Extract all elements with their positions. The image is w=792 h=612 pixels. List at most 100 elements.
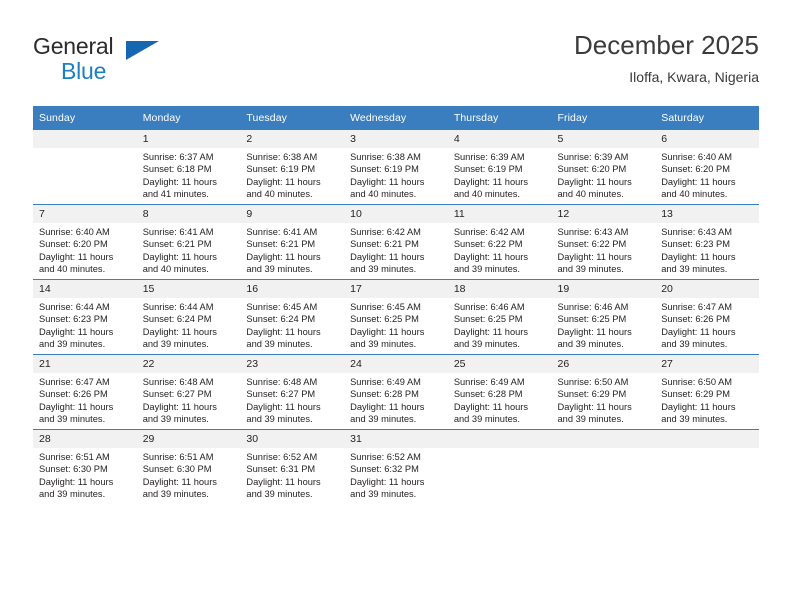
calendar-day-cell[interactable]: 20 Sunrise: 6:47 AM Sunset: 6:26 PM Dayligh…: [655, 279, 759, 355]
daylight-text-line2: and 39 minutes.: [39, 339, 106, 350]
daylight-text-line1: Daylight: 11 hours: [557, 251, 632, 262]
logo-text-blue: Blue: [61, 58, 107, 84]
sunset-text: Sunset: 6:30 PM: [142, 464, 212, 475]
sunset-text: Sunset: 6:23 PM: [661, 239, 730, 250]
day-number: 3: [344, 130, 448, 148]
sunrise-text: Sunrise: 6:39 AM: [453, 152, 525, 162]
day-number: 23: [240, 355, 345, 373]
calendar-day-cell[interactable]: 11 Sunrise: 6:42 AM Sunset: 6:22 PM Dayligh…: [447, 204, 552, 280]
day-details: Sunrise: 6:42 AM Sunset: 6:21 PM Daylight:…: [344, 223, 448, 276]
day-details: Sunrise: 6:40 AM Sunset: 6:20 PM Daylight:…: [33, 223, 137, 276]
daylight-text-line1: Daylight: 11 hours: [453, 326, 529, 337]
daylight-text-line2: and 40 minutes.: [350, 189, 417, 200]
sunset-text: Sunset: 6:32 PM: [350, 464, 419, 475]
sunset-text: Sunset: 6:20 PM: [39, 239, 108, 250]
sunset-text: Sunset: 6:27 PM: [246, 389, 316, 400]
calendar-day-cell[interactable]: 19 Sunrise: 6:46 AM Sunset: 6:25 PM Dayligh…: [551, 279, 656, 355]
sunset-text: Sunset: 6:25 PM: [453, 314, 523, 325]
calendar-day-cell[interactable]: 1 Sunrise: 6:37 AM Sunset: 6:18 PM Daylight…: [136, 130, 241, 205]
calendar-day-cell[interactable]: 30 Sunrise: 6:52 AM Sunset: 6:31 PM Dayligh…: [240, 429, 345, 504]
calendar-day-cell[interactable]: 25 Sunrise: 6:49 AM Sunset: 6:28 PM Dayligh…: [447, 354, 552, 430]
calendar-cell-empty: [447, 429, 552, 504]
calendar-day-cell[interactable]: 4 Sunrise: 6:39 AM Sunset: 6:19 PM Daylight…: [447, 130, 552, 205]
calendar-day-cell[interactable]: 23 Sunrise: 6:48 AM Sunset: 6:27 PM Dayligh…: [240, 354, 345, 430]
calendar-week-row: 28 Sunrise: 6:51 AM Sunset: 6:30 PM Dayligh…: [33, 429, 759, 504]
calendar-day-cell[interactable]: 31 Sunrise: 6:52 AM Sunset: 6:32 PM Dayligh…: [344, 429, 448, 504]
day-number: 13: [655, 205, 759, 223]
daylight-text-line2: and 39 minutes.: [246, 414, 313, 425]
sunset-text: Sunset: 6:29 PM: [661, 389, 730, 400]
daylight-text-line2: and 39 minutes.: [453, 339, 520, 350]
calendar-day-cell[interactable]: 10 Sunrise: 6:42 AM Sunset: 6:21 PM Dayligh…: [344, 204, 448, 280]
sunrise-text: Sunrise: 6:52 AM: [246, 452, 318, 462]
day-details: Sunrise: 6:39 AM Sunset: 6:19 PM Daylight:…: [448, 148, 552, 201]
calendar-day-cell[interactable]: 15 Sunrise: 6:44 AM Sunset: 6:24 PM Dayligh…: [136, 279, 241, 355]
calendar-day-cell[interactable]: 12 Sunrise: 6:43 AM Sunset: 6:22 PM Dayligh…: [551, 204, 656, 280]
sunrise-text: Sunrise: 6:46 AM: [453, 302, 525, 312]
calendar-day-cell[interactable]: 8 Sunrise: 6:41 AM Sunset: 6:21 PM Daylight…: [136, 204, 241, 280]
sunrise-text: Sunrise: 6:43 AM: [661, 227, 733, 237]
daylight-text-line2: and 39 minutes.: [39, 414, 106, 425]
calendar-day-cell[interactable]: 26 Sunrise: 6:50 AM Sunset: 6:29 PM Dayligh…: [551, 354, 656, 430]
logo-triangle-icon: [126, 41, 159, 60]
calendar-day-cell[interactable]: 29 Sunrise: 6:51 AM Sunset: 6:30 PM Dayligh…: [136, 429, 241, 504]
calendar-day-cell[interactable]: 9 Sunrise: 6:41 AM Sunset: 6:21 PM Daylight…: [240, 204, 345, 280]
daylight-text-line2: and 39 minutes.: [39, 489, 106, 500]
calendar-day-cell[interactable]: 5 Sunrise: 6:39 AM Sunset: 6:20 PM Daylight…: [551, 130, 656, 205]
day-number: [551, 430, 656, 448]
day-details: Sunrise: 6:46 AM Sunset: 6:25 PM Daylight:…: [448, 298, 552, 351]
sunrise-text: Sunrise: 6:45 AM: [350, 302, 421, 312]
day-number: 27: [655, 355, 759, 373]
calendar-day-cell[interactable]: 22 Sunrise: 6:48 AM Sunset: 6:27 PM Dayligh…: [136, 354, 241, 430]
calendar-day-cell[interactable]: 3 Sunrise: 6:38 AM Sunset: 6:19 PM Daylight…: [344, 130, 448, 205]
day-number: 25: [447, 355, 552, 373]
calendar-header-row: Sunday Monday Tuesday Wednesday Thursday…: [33, 106, 759, 130]
calendar-day-cell[interactable]: 16 Sunrise: 6:45 AM Sunset: 6:24 PM Dayligh…: [240, 279, 345, 355]
day-number: 8: [136, 205, 241, 223]
calendar-cell-empty: [33, 130, 137, 205]
day-number: 10: [344, 205, 448, 223]
daylight-text-line1: Daylight: 11 hours: [142, 401, 217, 412]
daylight-text-line1: Daylight: 11 hours: [661, 401, 736, 412]
day-number: 4: [447, 130, 552, 148]
sunset-text: Sunset: 6:18 PM: [142, 164, 212, 175]
day-number: 11: [447, 205, 552, 223]
daylight-text-line2: and 40 minutes.: [557, 189, 624, 200]
day-details: Sunrise: 6:41 AM Sunset: 6:21 PM Daylight:…: [137, 223, 241, 276]
daylight-text-line2: and 39 minutes.: [142, 414, 209, 425]
daylight-text-line1: Daylight: 11 hours: [39, 476, 114, 487]
sunrise-text: Sunrise: 6:45 AM: [246, 302, 318, 312]
daylight-text-line1: Daylight: 11 hours: [350, 176, 425, 187]
title-block: December 2025 Iloffa, Kwara, Nigeria: [574, 29, 759, 87]
calendar-day-cell[interactable]: 7 Sunrise: 6:40 AM Sunset: 6:20 PM Daylight…: [33, 204, 137, 280]
day-details: Sunrise: 6:51 AM Sunset: 6:30 PM Daylight:…: [33, 448, 137, 501]
sunrise-text: Sunrise: 6:50 AM: [557, 377, 629, 387]
general-blue-logo: General Blue: [33, 33, 203, 85]
day-details: Sunrise: 6:52 AM Sunset: 6:32 PM Daylight:…: [344, 448, 448, 501]
calendar-day-cell[interactable]: 6 Sunrise: 6:40 AM Sunset: 6:20 PM Daylight…: [655, 130, 759, 205]
sunrise-text: Sunrise: 6:46 AM: [557, 302, 629, 312]
day-details: Sunrise: 6:43 AM Sunset: 6:22 PM Daylight:…: [552, 223, 656, 276]
sunrise-text: Sunrise: 6:41 AM: [246, 227, 318, 237]
day-number: 21: [33, 355, 137, 373]
sunrise-text: Sunrise: 6:51 AM: [142, 452, 214, 462]
daylight-text-line1: Daylight: 11 hours: [557, 326, 632, 337]
sunset-text: Sunset: 6:26 PM: [39, 389, 108, 400]
day-number: 2: [240, 130, 345, 148]
calendar-day-cell[interactable]: 18 Sunrise: 6:46 AM Sunset: 6:25 PM Dayligh…: [447, 279, 552, 355]
calendar-day-cell[interactable]: 13 Sunrise: 6:43 AM Sunset: 6:23 PM Dayligh…: [655, 204, 759, 280]
sunrise-text: Sunrise: 6:37 AM: [142, 152, 214, 162]
calendar-day-cell[interactable]: 28 Sunrise: 6:51 AM Sunset: 6:30 PM Dayligh…: [33, 429, 137, 504]
daylight-text-line2: and 39 minutes.: [661, 414, 728, 425]
day-number: 31: [344, 430, 448, 448]
calendar-day-cell[interactable]: 21 Sunrise: 6:47 AM Sunset: 6:26 PM Dayligh…: [33, 354, 137, 430]
day-details: Sunrise: 6:50 AM Sunset: 6:29 PM Daylight:…: [655, 373, 759, 426]
calendar-day-cell[interactable]: 27 Sunrise: 6:50 AM Sunset: 6:29 PM Dayligh…: [655, 354, 759, 430]
sunrise-text: Sunrise: 6:43 AM: [557, 227, 629, 237]
calendar-day-cell[interactable]: 2 Sunrise: 6:38 AM Sunset: 6:19 PM Daylight…: [240, 130, 345, 205]
calendar-day-cell[interactable]: 24 Sunrise: 6:49 AM Sunset: 6:28 PM Dayligh…: [344, 354, 448, 430]
sunrise-text: Sunrise: 6:47 AM: [661, 302, 733, 312]
calendar-day-cell[interactable]: 14 Sunrise: 6:44 AM Sunset: 6:23 PM Dayligh…: [33, 279, 137, 355]
calendar-day-cell[interactable]: 17 Sunrise: 6:45 AM Sunset: 6:25 PM Dayligh…: [344, 279, 448, 355]
calendar-week-row: 21 Sunrise: 6:47 AM Sunset: 6:26 PM Dayligh…: [33, 354, 759, 430]
